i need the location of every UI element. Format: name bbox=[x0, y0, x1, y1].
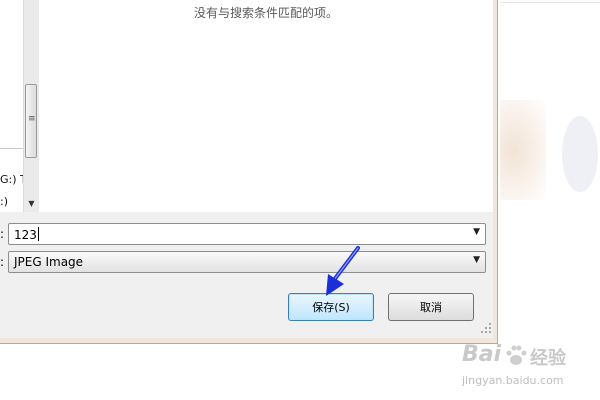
save-as-dialog: G:) T :) ≡ ▼ 没有与搜索条件匹配的项。 : 123 ▼ : JPEG… bbox=[0, 0, 493, 338]
annotation-arrow-icon bbox=[326, 246, 360, 296]
watermark-brand: Bai bbox=[462, 342, 502, 367]
filename-input[interactable]: 123 ▼ bbox=[8, 223, 486, 245]
resize-grip-icon[interactable] bbox=[480, 322, 492, 334]
navigation-scrollbar[interactable]: ≡ ▼ bbox=[23, 0, 39, 212]
nav-item-drive[interactable]: :) bbox=[0, 195, 8, 208]
baidu-watermark: Bai 经验 jingyan.baidu.com bbox=[462, 340, 592, 396]
filetype-value: JPEG Image bbox=[14, 255, 84, 269]
background-oval-shape bbox=[562, 116, 598, 192]
watermark-suffix: 经验 bbox=[530, 348, 566, 369]
filetype-select[interactable]: JPEG Image ▼ bbox=[8, 251, 486, 273]
file-list-pane[interactable]: 没有与搜索条件匹配的项。 bbox=[39, 0, 493, 212]
dropdown-arrow-icon[interactable]: ▼ bbox=[473, 255, 480, 265]
filename-label: : bbox=[0, 227, 5, 241]
navigation-pane: G:) T :) ≡ ▼ bbox=[0, 0, 39, 212]
scroll-down-button[interactable]: ▼ bbox=[24, 196, 39, 211]
text-cursor bbox=[37, 227, 39, 241]
cancel-button[interactable]: 取消 bbox=[388, 293, 474, 321]
arrow-down-icon: ▼ bbox=[28, 199, 35, 208]
watermark-url: jingyan.baidu.com bbox=[462, 374, 564, 387]
background-blur-shape bbox=[500, 100, 546, 200]
empty-results-message: 没有与搜索条件匹配的项。 bbox=[193, 6, 338, 20]
filename-value: 123 bbox=[14, 227, 39, 242]
filetype-label: : bbox=[0, 255, 5, 269]
nav-item-label: :) bbox=[0, 195, 8, 208]
grip-icon: ≡ bbox=[28, 114, 36, 124]
paw-logo-icon bbox=[506, 345, 527, 365]
navigation-divider bbox=[0, 148, 23, 149]
scrollbar-thumb[interactable]: ≡ bbox=[25, 84, 37, 158]
divider-line bbox=[500, 2, 600, 3]
dropdown-arrow-icon[interactable]: ▼ bbox=[473, 227, 480, 237]
